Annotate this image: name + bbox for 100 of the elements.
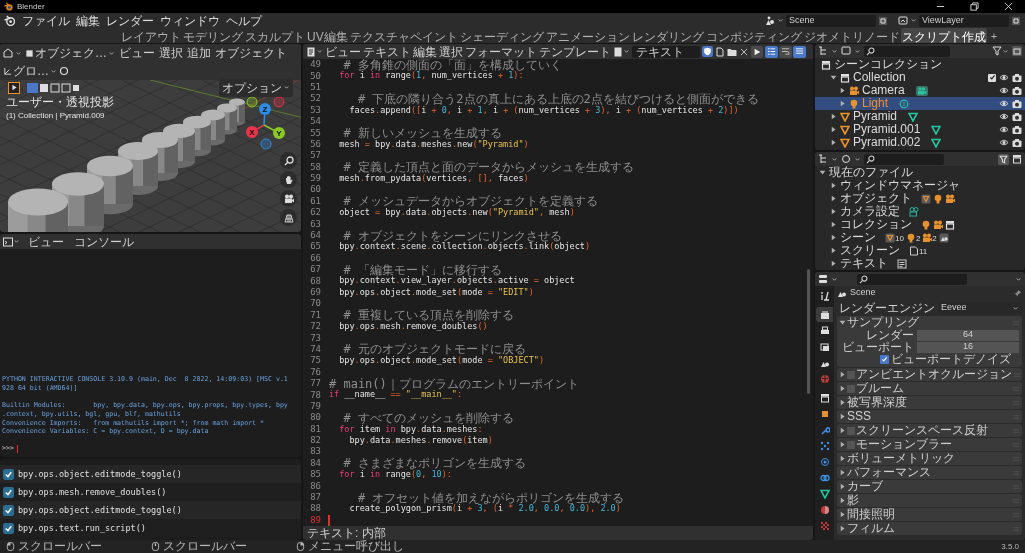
workspace-tab[interactable]: レンダリング	[630, 28, 705, 43]
data-category[interactable]: スクリーン	[840, 244, 900, 257]
search-field[interactable]	[864, 45, 950, 57]
outliner-item[interactable]: Pyramid.001	[853, 123, 921, 136]
expand-arrow-icon[interactable]	[839, 413, 846, 420]
outliner-item[interactable]: Light	[862, 97, 889, 110]
collapse-arrow-icon[interactable]	[819, 169, 826, 176]
syntax-highlight-toggle[interactable]	[793, 45, 806, 58]
expand-arrow-icon[interactable]	[830, 113, 837, 120]
collapse-arrow-icon[interactable]	[830, 74, 837, 81]
view-layer-field[interactable]: ViewLayer	[919, 14, 1009, 27]
expand-arrow-icon[interactable]	[839, 87, 846, 94]
menu-item[interactable]: ビュー	[118, 44, 156, 62]
menu-item[interactable]: 追加	[186, 44, 212, 62]
data-category[interactable]: テキスト	[840, 257, 888, 270]
search-field[interactable]	[864, 153, 944, 165]
outliner-item[interactable]: Pyramid.002	[853, 136, 921, 149]
menu-item[interactable]: ビュー	[325, 44, 361, 61]
outliner-row[interactable]: Pyramid.001	[815, 123, 1025, 136]
expand-arrow-icon[interactable]	[830, 221, 837, 228]
menu-item[interactable]: オブジェクト	[214, 44, 288, 62]
workspace-tab[interactable]: スカルプト	[244, 28, 306, 43]
properties-tab[interactable]	[816, 307, 833, 322]
checkbox[interactable]	[847, 384, 855, 393]
word-wrap-toggle[interactable]	[779, 45, 792, 58]
outliner-row[interactable]: シーンコレクション	[815, 58, 1025, 71]
outliner-row[interactable]: Pyramid	[815, 110, 1025, 123]
expand-arrow-icon[interactable]	[839, 441, 846, 448]
workspace-tab[interactable]: モデリング	[182, 28, 244, 43]
expand-arrow-icon[interactable]	[839, 455, 846, 462]
text-name-field[interactable]: テキスト	[632, 45, 701, 58]
expand-arrow-icon[interactable]	[830, 139, 837, 146]
data-category[interactable]: カメラ設定	[840, 205, 900, 218]
scrollbar[interactable]	[807, 269, 810, 394]
data-category[interactable]: コレクション	[840, 218, 912, 231]
menu-item[interactable]: 選択	[158, 44, 184, 62]
mode-dropdown[interactable]: オブジェク…	[24, 44, 116, 62]
outliner-item[interactable]: Collection	[853, 71, 906, 84]
expand-arrow-icon[interactable]	[839, 100, 846, 107]
outliner-item[interactable]: Pyramid	[853, 110, 897, 123]
checkbox[interactable]	[847, 370, 855, 379]
menu-item[interactable]: レンダー	[103, 11, 157, 30]
search-field[interactable]	[857, 273, 967, 285]
expand-arrow-icon[interactable]	[830, 260, 837, 267]
checkbox[interactable]	[847, 426, 855, 435]
add-workspace-button[interactable]: +	[986, 28, 1002, 43]
render-engine-dropdown[interactable]: Eevee	[938, 302, 1022, 314]
data-category[interactable]: ウィンドウマネージャ	[840, 179, 960, 192]
menu-item[interactable]: テンプレート	[539, 44, 611, 61]
expand-arrow-icon[interactable]	[839, 497, 846, 504]
select-tool-button[interactable]	[8, 81, 20, 94]
camera-view-button[interactable]	[280, 190, 297, 207]
menu-item[interactable]: ウィンドウ	[157, 11, 223, 30]
line-numbers-toggle[interactable]	[765, 45, 778, 58]
workspace-tab[interactable]: レイアウト	[120, 28, 182, 43]
panel-title[interactable]: サンプリング	[847, 316, 919, 329]
workspace-tab[interactable]: コンポジティング	[704, 28, 803, 43]
zoom-button[interactable]	[280, 152, 297, 169]
panel-title[interactable]: カーブ	[847, 480, 883, 493]
expand-arrow-icon[interactable]	[830, 208, 837, 215]
data-category[interactable]: 現在のファイル	[829, 166, 913, 179]
checkbox[interactable]	[988, 73, 996, 82]
run-script-button[interactable]	[751, 45, 763, 58]
number-field[interactable]: 16	[917, 341, 1019, 353]
expand-arrow-icon[interactable]	[839, 525, 846, 532]
ortho-button[interactable]	[280, 209, 297, 226]
data-category[interactable]: オブジェクト	[840, 192, 912, 205]
workspace-tab[interactable]: ジオメトリノード	[802, 28, 901, 43]
pan-button[interactable]	[280, 171, 297, 188]
expand-arrow-icon[interactable]	[839, 511, 846, 518]
workspace-tab[interactable]: テクスチャペイント	[348, 28, 459, 43]
outliner-row[interactable]: Pyramid.002	[815, 136, 1025, 149]
workspace-tab[interactable]: シェーディング	[458, 28, 545, 43]
collapse-arrow-icon[interactable]	[839, 319, 846, 326]
expand-arrow-icon[interactable]	[839, 371, 846, 378]
number-field[interactable]: 64	[917, 329, 1019, 341]
workspace-tab[interactable]: アニメーション	[544, 28, 631, 43]
scene-field[interactable]: Scene	[786, 14, 876, 27]
outliner-row[interactable]: Collection	[815, 71, 1025, 84]
menu-item[interactable]: 編集	[73, 11, 103, 30]
outliner-row[interactable]: Light	[815, 97, 1025, 110]
expand-arrow-icon[interactable]	[830, 195, 837, 202]
outliner-item[interactable]: Camera	[862, 84, 905, 97]
menu-item[interactable]: 編集	[413, 44, 437, 61]
outliner-row[interactable]: Camera	[815, 84, 1025, 97]
expand-arrow-icon[interactable]	[830, 247, 837, 254]
expand-arrow-icon[interactable]	[839, 483, 846, 490]
expand-arrow-icon[interactable]	[830, 234, 837, 241]
checkbox[interactable]	[847, 440, 855, 449]
checkbox[interactable]	[880, 355, 889, 364]
expand-arrow-icon[interactable]	[839, 399, 846, 406]
outliner-item[interactable]: シーンコレクション	[834, 58, 942, 71]
orientation-dropdown[interactable]: グロ…	[3, 62, 57, 80]
workspace-tab[interactable]: UV編集	[306, 28, 349, 43]
menu-item[interactable]: ヘルプ	[223, 11, 265, 30]
expand-arrow-icon[interactable]	[830, 126, 837, 133]
menu-item[interactable]: ビュー	[26, 234, 66, 251]
data-category[interactable]: シーン	[840, 231, 876, 244]
panel-title[interactable]: SSS	[847, 410, 871, 423]
expand-arrow-icon[interactable]	[830, 182, 837, 189]
